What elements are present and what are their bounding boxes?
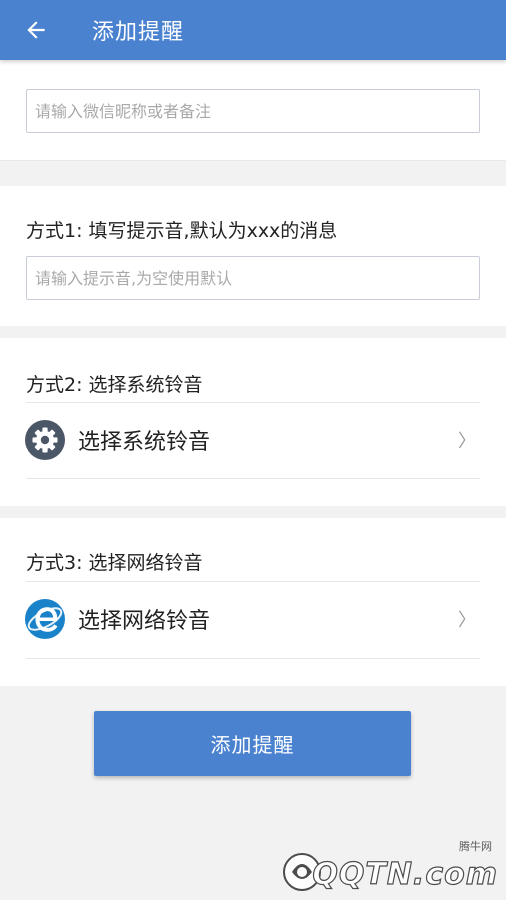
watermark: 腾牛网 QQTN.com (278, 838, 498, 894)
arrow-left-icon (27, 21, 45, 39)
nickname-card (0, 60, 506, 161)
method1-card: 方式1: 填写提示音,默认为xxx的消息 (0, 186, 506, 326)
watermark-site-name: 腾牛网 (459, 840, 492, 853)
select-network-ringtone-label: 选择网络铃音 (78, 609, 211, 634)
method2-title: 方式2: 选择系统铃音 (26, 374, 203, 396)
add-reminder-button[interactable]: 添加提醒 (94, 711, 411, 776)
divider (26, 658, 480, 659)
watermark-brand: QQTN.com (312, 856, 498, 892)
gear-icon (25, 420, 65, 460)
chevron-right-icon: 〉 (458, 431, 476, 452)
method3-card: 方式3: 选择网络铃音 选择网络铃音 〉 (0, 518, 506, 686)
select-system-ringtone-label: 选择系统铃音 (78, 430, 211, 455)
select-network-ringtone-row[interactable]: 选择网络铃音 〉 (0, 582, 506, 656)
app-bar: 添加提醒 (0, 0, 506, 60)
select-system-ringtone-row[interactable]: 选择系统铃音 〉 (0, 403, 506, 477)
back-button[interactable] (0, 0, 72, 60)
browser-e-icon (25, 599, 65, 639)
method3-title: 方式3: 选择网络铃音 (26, 552, 203, 574)
page-title: 添加提醒 (92, 20, 185, 45)
ringtone-text-input[interactable] (26, 256, 480, 300)
nickname-input[interactable] (26, 89, 480, 133)
method1-title: 方式1: 填写提示音,默认为xxx的消息 (26, 220, 338, 242)
divider (26, 478, 480, 479)
method2-card: 方式2: 选择系统铃音 选择系统铃音 〉 (0, 338, 506, 506)
chevron-right-icon: 〉 (458, 610, 476, 631)
